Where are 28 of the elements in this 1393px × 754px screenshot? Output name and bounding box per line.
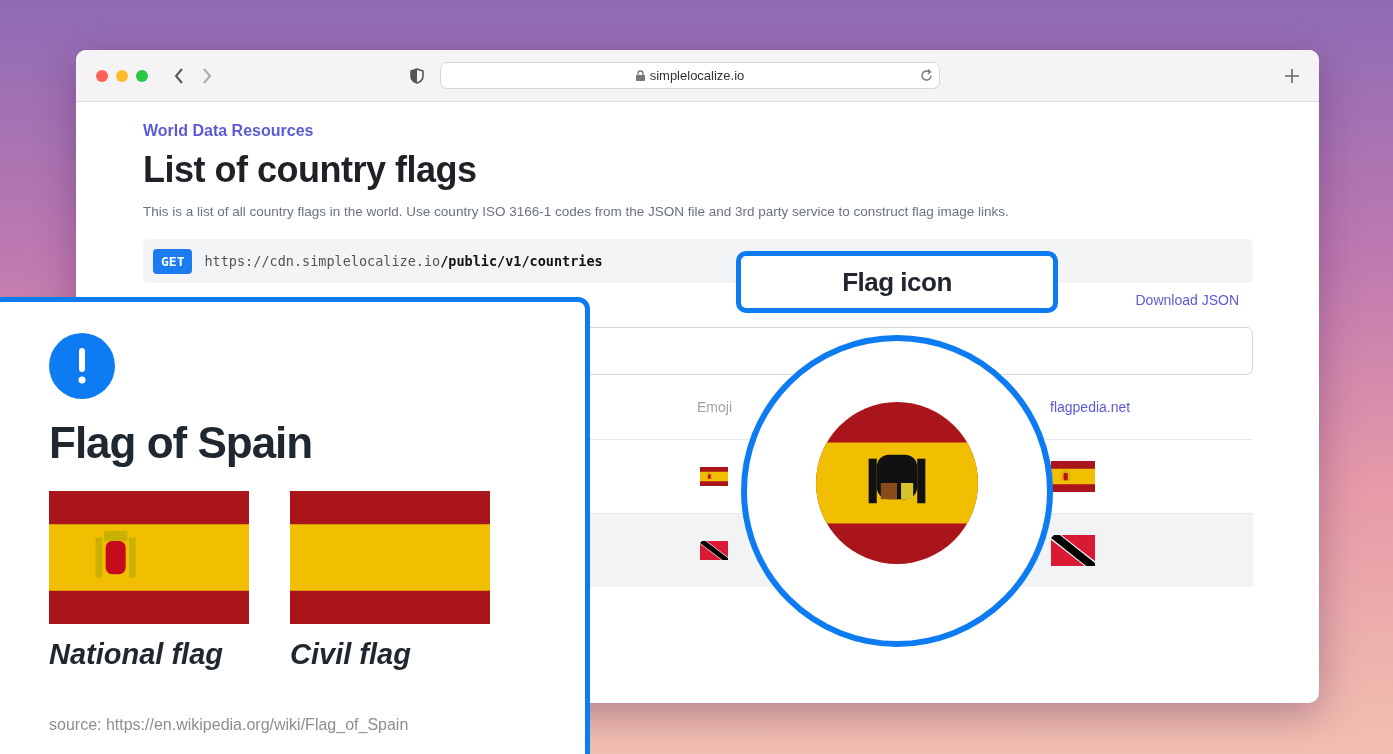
flag-image-icon — [1051, 535, 1095, 566]
callout-label-tooltip: Flag icon — [736, 251, 1058, 313]
reload-icon[interactable] — [920, 69, 933, 82]
flag-image-icon — [1051, 461, 1095, 492]
emoji-flag-icon — [700, 467, 728, 486]
new-tab-icon[interactable] — [1285, 68, 1299, 83]
lock-icon — [635, 70, 645, 81]
download-json-link[interactable]: Download JSON — [1135, 292, 1239, 308]
zoom-button[interactable] — [136, 69, 148, 82]
column-header[interactable]: flagpedia.net — [1050, 399, 1253, 415]
page-title: List of country flags — [143, 148, 478, 192]
address-text: simplelocalize.io — [649, 68, 745, 83]
page-description: This is a list of all country flags in the world. Use country ISO 3166-1 codes from the JSON file and 3rd party service to construct flag image links. — [143, 204, 1010, 219]
back-icon[interactable] — [174, 67, 184, 84]
exclamation-icon — [49, 333, 115, 399]
source-note: source: https://en.wikipedia.org/wiki/Flag_of_Spain — [49, 716, 410, 734]
emoji-flag-icon — [700, 541, 728, 560]
close-button[interactable] — [96, 69, 108, 82]
address-bar[interactable]: simplelocalize.io — [440, 62, 940, 89]
flag-caption: Civil flag — [290, 638, 412, 671]
card-title: Flag of Spain — [49, 417, 314, 469]
shield-icon[interactable] — [410, 67, 424, 84]
column-header: Emoji — [697, 399, 733, 415]
flag-caption: National flag — [49, 638, 224, 671]
breadcrumb-link[interactable]: World Data Resources — [143, 122, 1253, 140]
method-badge: GET — [153, 248, 193, 274]
forward-icon[interactable] — [202, 67, 212, 84]
endpoint-url: https://cdn.simplelocalize.io/public/v1/countries — [204, 253, 603, 269]
